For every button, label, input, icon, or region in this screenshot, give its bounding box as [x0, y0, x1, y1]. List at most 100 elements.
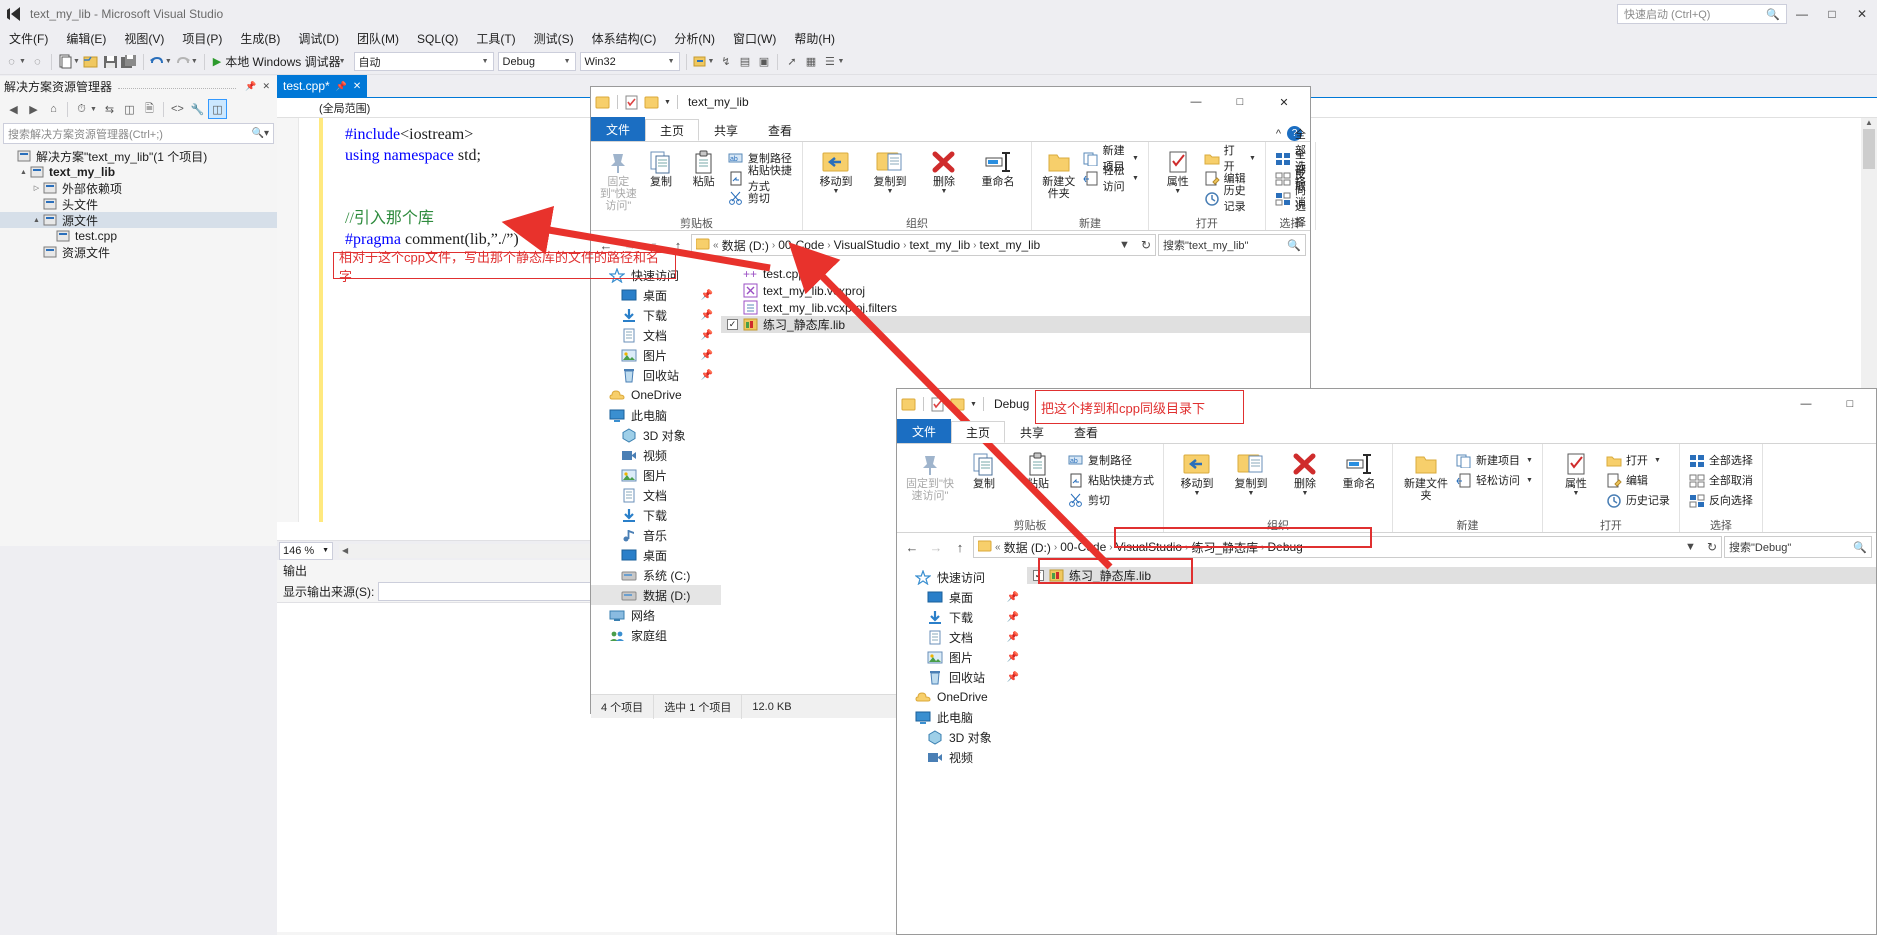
- vs-close-button[interactable]: ✕: [1847, 2, 1877, 26]
- back-icon[interactable]: ◀: [4, 99, 23, 119]
- chevron-down-icon[interactable]: ▼: [664, 99, 671, 106]
- explorer1-ribbon-复制[interactable]: 复制: [640, 146, 683, 188]
- explorer1-nav-3D 对象[interactable]: 3D 对象: [591, 425, 721, 445]
- explorer2-nav-文档[interactable]: 文档 📌: [897, 627, 1027, 647]
- explorer1-ribbon-轻松访问[interactable]: 轻松访问 ▼: [1080, 165, 1142, 193]
- chevron-down-icon[interactable]: ▼: [970, 401, 977, 408]
- start-debug-button[interactable]: ▶ 本地 Windows 调试器 ▼: [209, 53, 352, 70]
- explorer2-nav-快速访问[interactable]: 快速访问: [897, 567, 1027, 587]
- explorer2-ribbon-粘贴快捷方式[interactable]: 粘贴快捷方式: [1065, 470, 1157, 490]
- explorer1-ribbon-打开[interactable]: 打开 ▼: [1201, 145, 1259, 173]
- explorer2-ribbon-重命名[interactable]: 重命名: [1332, 448, 1386, 490]
- explorer2-ribbon-复制到[interactable]: 复制到 ▼: [1224, 448, 1278, 498]
- explorer2-ribbon-全部取消[interactable]: 全部取消: [1686, 470, 1756, 490]
- chevron-down-icon[interactable]: ▼: [1526, 477, 1533, 484]
- attach-caret-icon[interactable]: ▼: [708, 58, 715, 65]
- pin-icon[interactable]: 📌: [701, 310, 721, 321]
- chevron-down-icon[interactable]: ▼: [1194, 490, 1201, 498]
- pin-icon[interactable]: 📌: [1007, 592, 1027, 603]
- explorer1-breadcrumb-0[interactable]: 数据 (D:): [722, 237, 769, 254]
- solution-explorer-search-input[interactable]: 搜索解决方案资源管理器(Ctrl+;) 🔍▾: [3, 123, 274, 144]
- collapse-ribbon-icon[interactable]: ^: [1276, 128, 1281, 140]
- explorer2-ribbon-属性[interactable]: 属性 ▼: [1549, 448, 1603, 498]
- solution-tree-row-3[interactable]: 头文件: [0, 196, 277, 212]
- scroll-thumb[interactable]: [1863, 129, 1875, 169]
- folder-icon[interactable]: [595, 95, 611, 110]
- scroll-up-icon[interactable]: ▲: [1861, 118, 1877, 127]
- explorer1-nav-桌面[interactable]: 桌面: [591, 545, 721, 565]
- explorer2-tab-文件[interactable]: 文件: [897, 419, 952, 443]
- vs-menu-12[interactable]: 窗口(W): [724, 28, 785, 49]
- explorer2-ribbon-剪切[interactable]: 剪切: [1065, 490, 1157, 510]
- explorer2-tab-主页[interactable]: 主页: [951, 421, 1006, 443]
- explorer1-ribbon-粘贴快捷方式[interactable]: 粘贴快捷方式: [725, 165, 796, 193]
- scroll-left-icon[interactable]: ◀: [339, 546, 351, 555]
- start-debug-caret-icon[interactable]: ▼: [339, 58, 346, 65]
- explorer2-ribbon-复制[interactable]: 复制: [957, 448, 1011, 490]
- chevron-down-icon[interactable]: ▼: [833, 188, 840, 196]
- search-icon[interactable]: 🔍▾: [252, 128, 269, 139]
- explorer2-ribbon-粘贴[interactable]: 粘贴: [1011, 448, 1065, 490]
- explorer2-nav-图片[interactable]: 图片 📌: [897, 647, 1027, 667]
- vs-minimize-button[interactable]: —: [1787, 2, 1817, 26]
- grid-icon[interactable]: ▦: [802, 53, 819, 71]
- pending-changes-icon[interactable]: ⏱: [72, 99, 91, 119]
- fex2-minimize-button[interactable]: —: [1784, 390, 1828, 418]
- save-icon[interactable]: [102, 53, 119, 71]
- explorer2-nav-OneDrive[interactable]: OneDrive: [897, 687, 1027, 707]
- list-caret-icon[interactable]: ▼: [837, 58, 844, 65]
- pin-icon[interactable]: 📌: [1007, 632, 1027, 643]
- explorer1-nav-回收站[interactable]: 回收站 📌: [591, 365, 721, 385]
- open-file-icon[interactable]: [83, 53, 100, 71]
- chevron-down-icon[interactable]: ▼: [887, 188, 894, 196]
- explorer2-ribbon-新建文件夹[interactable]: 新建文件夹: [1399, 448, 1453, 502]
- vs-menu-13[interactable]: 帮助(H): [785, 28, 844, 49]
- explorer2-ribbon-全部选择[interactable]: 全部选择: [1686, 450, 1756, 470]
- refresh-icon[interactable]: 🗎: [140, 99, 159, 119]
- pin-icon[interactable]: 📌: [1007, 612, 1027, 623]
- explorer1-file-row[interactable]: text_my_lib.vcxproj.filters: [721, 299, 1310, 316]
- new-project-icon[interactable]: [57, 53, 74, 71]
- explorer2-ribbon-新建项目[interactable]: 新建项目 ▼: [1453, 450, 1536, 470]
- solution-tree-row-6[interactable]: 资源文件: [0, 244, 277, 260]
- properties-icon[interactable]: [930, 397, 946, 412]
- column-icon[interactable]: ▤: [736, 53, 753, 71]
- pin-icon[interactable]: 📌: [336, 81, 347, 92]
- explorer2-nav-3D 对象[interactable]: 3D 对象: [897, 727, 1027, 747]
- tab-test-cpp[interactable]: test.cpp* 📌 ✕: [277, 75, 368, 97]
- explorer2-breadcrumb-0[interactable]: 数据 (D:): [1004, 539, 1051, 556]
- explorer2-ribbon-历史记录[interactable]: 历史记录: [1603, 490, 1673, 510]
- back-icon[interactable]: ←: [901, 536, 923, 558]
- vs-menu-5[interactable]: 调试(D): [289, 28, 348, 49]
- vs-menu-11[interactable]: 分析(N): [665, 28, 724, 49]
- chevron-down-icon[interactable]: ▼: [1679, 541, 1696, 553]
- vs-menu-7[interactable]: SQL(Q): [408, 30, 467, 48]
- explorer1-nav-家庭组[interactable]: 家庭组: [591, 625, 721, 645]
- breadcrumb-overflow[interactable]: «: [995, 542, 1001, 553]
- properties-icon[interactable]: [624, 95, 640, 110]
- explorer1-nav-视频[interactable]: 视频: [591, 445, 721, 465]
- navigate-forward-icon[interactable]: ◌: [29, 53, 46, 71]
- forward-icon[interactable]: →: [925, 536, 947, 558]
- explorer1-nav-系统 (C:)[interactable]: 系统 (C:): [591, 565, 721, 585]
- solution-tree-row-2[interactable]: ▷ 外部依赖项: [0, 180, 277, 196]
- undo-caret-icon[interactable]: ▼: [165, 58, 172, 65]
- explorer1-breadcrumb-2[interactable]: VisualStudio: [834, 238, 901, 252]
- vs-menu-1[interactable]: 编辑(E): [57, 28, 115, 49]
- chevron-down-icon[interactable]: ▼: [1302, 490, 1309, 498]
- explorer2-nav-视频[interactable]: 视频: [897, 747, 1027, 767]
- pin-icon[interactable]: 📌: [701, 290, 721, 301]
- chevron-down-icon[interactable]: ▼: [1526, 457, 1533, 464]
- explorer1-nav-数据 (D:)[interactable]: 数据 (D:): [591, 585, 721, 605]
- list-icon[interactable]: ☰: [821, 53, 838, 71]
- explorer1-ribbon-剪切[interactable]: 剪切: [725, 188, 796, 208]
- navigate-back-icon[interactable]: ◌: [3, 53, 20, 71]
- chevron-down-icon[interactable]: ▼: [1572, 490, 1579, 498]
- code-view-icon[interactable]: <>: [168, 99, 187, 119]
- back-caret-icon[interactable]: ▼: [19, 58, 26, 65]
- forward-icon[interactable]: ▶: [24, 99, 43, 119]
- fex1-minimize-button[interactable]: —: [1174, 88, 1218, 116]
- properties-icon[interactable]: 🔧: [188, 99, 207, 119]
- vs-menu-4[interactable]: 生成(B): [231, 28, 289, 49]
- vs-menu-3[interactable]: 项目(P): [173, 28, 231, 49]
